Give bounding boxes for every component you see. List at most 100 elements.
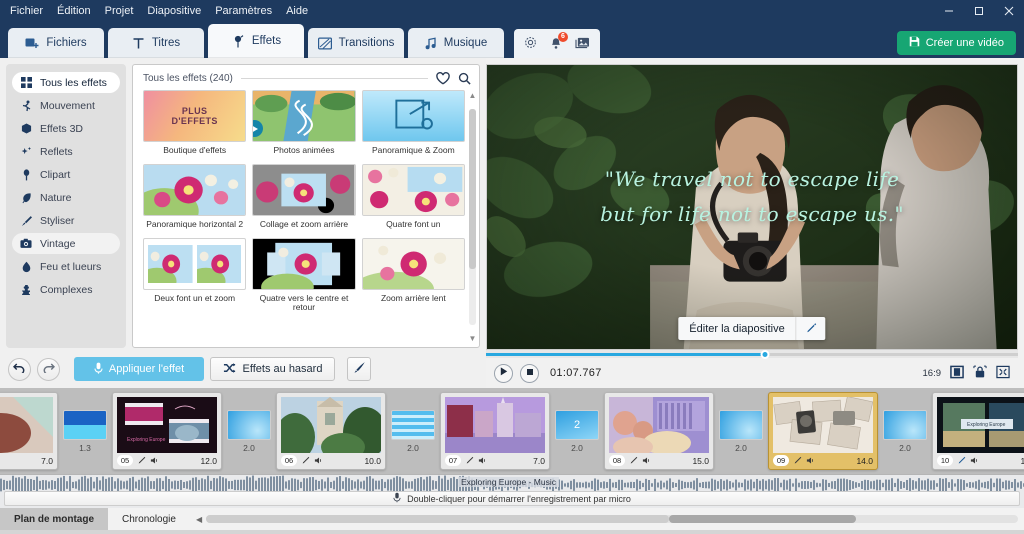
search-icon[interactable] — [458, 72, 471, 85]
speaker-icon[interactable] — [806, 456, 815, 465]
timeline-slide[interactable]: 07 7.0 — [440, 392, 550, 470]
effect-item[interactable]: Photos animées — [252, 90, 356, 160]
speaker-icon[interactable] — [970, 456, 979, 465]
effect-item[interactable]: Panoramique & Zoom — [361, 90, 465, 160]
undo-button[interactable] — [8, 357, 31, 381]
timeline-transition[interactable]: 1.3 — [63, 409, 107, 453]
timeline-slide-selected[interactable]: 09 14.0 — [768, 392, 878, 470]
timeline-transition[interactable]: 2.0 — [391, 409, 435, 453]
horizontal-scrollbar[interactable]: ◀ — [189, 508, 1024, 530]
pencil-icon[interactable] — [629, 456, 638, 465]
tab-chronologie[interactable]: Chronologie — [108, 508, 190, 530]
create-video-button[interactable]: Créer une vidéo — [896, 31, 1016, 55]
minimize-button[interactable] — [934, 0, 964, 22]
effect-item[interactable]: Panoramique horizontal 2 — [143, 163, 247, 234]
category-styliser[interactable]: Styliser — [12, 210, 120, 231]
hscroll-track[interactable] — [206, 515, 1018, 523]
category-feu-et-lueurs[interactable]: Feu et lueurs — [12, 256, 120, 277]
caret-left-icon[interactable]: ◀ — [196, 515, 202, 524]
title-bar: Fichier Édition Projet Diapositive Param… — [0, 0, 1024, 22]
tab-fichiers[interactable]: Fichiers — [8, 28, 104, 58]
seek-bar[interactable] — [486, 350, 1018, 359]
timeline-slide[interactable]: 7.0 — [0, 392, 58, 470]
heart-icon[interactable] — [436, 72, 450, 85]
timeline-transition[interactable]: 2 2.0 — [555, 409, 599, 453]
menu-projet[interactable]: Projet — [105, 5, 134, 17]
timeline-transition[interactable]: 2.0 — [719, 409, 763, 453]
pencil-icon[interactable] — [793, 456, 802, 465]
tab-transitions[interactable]: Transitions — [308, 28, 404, 58]
frame-icon[interactable] — [950, 365, 964, 382]
tab-plan-de-montage[interactable]: Plan de montage — [0, 508, 109, 530]
effect-item[interactable]: Deux font un et zoom — [143, 237, 247, 318]
speaker-icon[interactable] — [478, 456, 487, 465]
storyboard-timeline[interactable]: 7.0 1.3 Exploring Europe 05 12.0 2.0 06 … — [0, 388, 1024, 474]
lock-icon[interactable] — [973, 365, 987, 382]
scrollbar-thumb[interactable] — [469, 109, 476, 269]
save-icon — [909, 36, 920, 50]
category-complexes[interactable]: Complexes — [12, 279, 120, 300]
speaker-icon[interactable] — [150, 456, 159, 465]
pencil-icon[interactable] — [301, 456, 310, 465]
timeline-slide[interactable]: Exploring Europe 10 10.0 — [932, 392, 1024, 470]
effect-item[interactable]: PLUS D'EFFETS Boutique d'effets — [143, 90, 247, 160]
effects-scrollbar[interactable]: ▲ ▼ — [468, 91, 477, 343]
seek-handle[interactable] — [760, 350, 770, 359]
menu-fichier[interactable]: Fichier — [10, 5, 43, 17]
menu-aide[interactable]: Aide — [286, 5, 308, 17]
close-button[interactable] — [994, 0, 1024, 22]
menu-diapositive[interactable]: Diapositive — [147, 5, 201, 17]
video-preview[interactable]: "We travel not to escape life but for li… — [486, 64, 1018, 350]
menu-parametres[interactable]: Paramètres — [215, 5, 272, 17]
aspect-ratio-label[interactable]: 16:9 — [923, 368, 942, 379]
speaker-icon[interactable] — [642, 456, 651, 465]
effect-item[interactable]: Zoom arrière lent — [361, 237, 465, 318]
hscroll-thumb[interactable] — [668, 515, 856, 523]
effect-item[interactable]: Quatre font un — [361, 163, 465, 234]
scroll-up-icon[interactable]: ▲ — [469, 91, 477, 100]
category-mouvement[interactable]: Mouvement — [12, 95, 120, 116]
tab-titres[interactable]: Titres — [108, 28, 204, 58]
timeline-slide[interactable]: Exploring Europe 05 12.0 — [112, 392, 222, 470]
pencil-icon[interactable] — [795, 317, 826, 340]
edit-slide-button[interactable]: Éditer la diapositive — [678, 317, 826, 340]
menu-edition[interactable]: Édition — [57, 5, 91, 17]
play-button[interactable] — [494, 363, 513, 383]
pencil-icon[interactable] — [957, 456, 966, 465]
bell-icon[interactable]: 6 — [550, 32, 568, 50]
apply-effect-button[interactable]: Appliquer l'effet — [74, 357, 204, 381]
category-tous-les-effets[interactable]: Tous les effets — [12, 72, 120, 93]
image-stack-icon[interactable] — [575, 36, 590, 52]
slide-thumbnail — [609, 397, 709, 453]
tab-musique[interactable]: Musique — [408, 28, 504, 58]
timeline-transition[interactable]: 2.0 — [883, 409, 927, 453]
speaker-icon[interactable] — [314, 456, 323, 465]
effect-item[interactable]: Quatre vers le centre et retour — [252, 237, 356, 318]
scroll-down-icon[interactable]: ▼ — [469, 334, 477, 343]
redo-button[interactable] — [37, 357, 60, 381]
effect-item[interactable]: Collage et zoom arrière — [252, 163, 356, 234]
effect-thumbnail: PLUS D'EFFETS — [143, 90, 247, 142]
timeline-slide[interactable]: 08 15.0 — [604, 392, 714, 470]
pencil-icon[interactable] — [465, 456, 474, 465]
hscroll-thumb-left[interactable] — [206, 515, 669, 523]
timeline-slide[interactable]: 06 10.0 — [276, 392, 386, 470]
mic-record-hint[interactable]: Double-cliquer pour démarrer l'enregistr… — [4, 491, 1020, 506]
pencil-icon[interactable] — [137, 456, 146, 465]
category-effets-3d[interactable]: Effets 3D — [12, 118, 120, 139]
timeline-transition[interactable]: 2.0 — [227, 409, 271, 453]
mic-icon — [393, 492, 401, 505]
clear-effects-button[interactable] — [347, 357, 371, 381]
audio-track[interactable]: Exploring Europe - Music Double-cliquer … — [0, 474, 1024, 508]
stop-button[interactable] — [520, 363, 539, 383]
category-nature[interactable]: Nature — [12, 187, 120, 208]
maximize-button[interactable] — [964, 0, 994, 22]
fullscreen-icon[interactable] — [996, 365, 1010, 382]
random-effects-button[interactable]: Effets au hasard — [210, 357, 335, 381]
gear-icon[interactable] — [524, 36, 537, 52]
category-vintage[interactable]: Vintage — [12, 233, 120, 254]
category-clipart[interactable]: Clipart — [12, 164, 120, 185]
tab-effets[interactable]: Effets — [208, 24, 304, 58]
scrollbar-track[interactable] — [469, 109, 476, 325]
category-reflets[interactable]: Reflets — [12, 141, 120, 162]
